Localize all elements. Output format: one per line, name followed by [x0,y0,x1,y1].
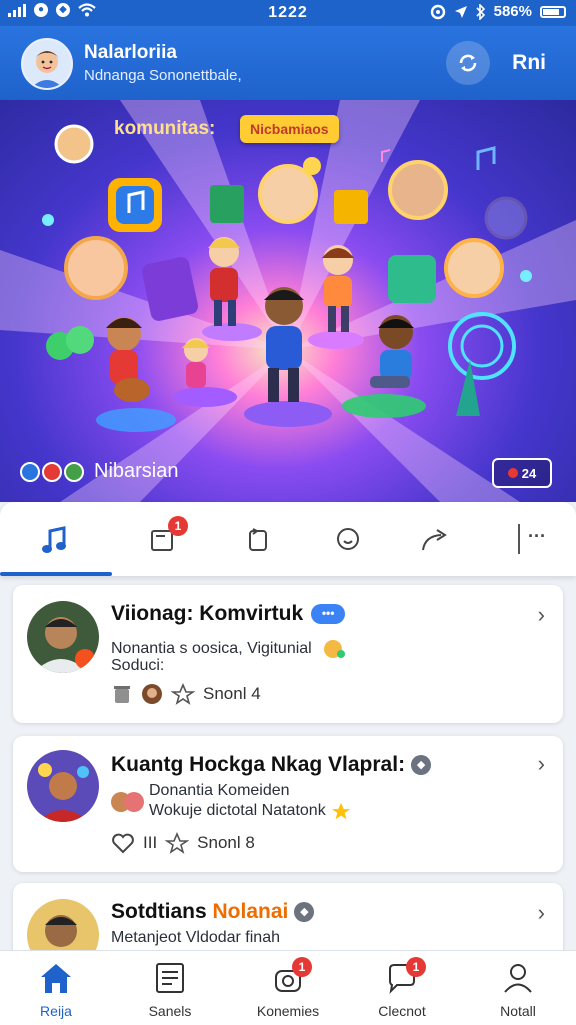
hero-caption: Nibarsian [94,460,179,482]
chat-bubble-icon [337,528,359,550]
bluetooth-icon [476,3,485,20]
refresh-icon [459,54,477,72]
tab-refresh[interactable] [238,520,278,560]
refresh-card-icon [249,528,267,551]
hero-banner[interactable]: komunitas: Nicbamiaos Nibarsian 24 [0,100,576,502]
star-outline-icon[interactable] [171,683,195,705]
feed-card[interactable]: Kuantg Hockga Nkag Vlapral: ◆ › Donantia … [13,736,563,872]
card-title: Viionag: Komvirtuk ••• [111,602,346,626]
tab-music[interactable] [34,520,74,560]
bottom-nav: Reija Sanels 1 Konemies 1 Clecnot Notall [0,950,576,1025]
profile-avatar[interactable] [21,38,73,90]
nav-item-notall[interactable]: Notall [468,959,568,1019]
group-photo-icon [27,750,99,822]
tab-chat[interactable] [328,520,368,560]
sync-status-icon [430,4,445,19]
trash-icon[interactable] [111,683,133,705]
hero-keyword: komunitas: [114,118,216,139]
location-icon [454,5,467,18]
card-avatar [27,750,99,822]
header-title: Nalarloriia [84,42,177,63]
battery-percent: 586% [493,3,532,20]
music-note-icon [42,526,66,553]
card-line: Soduci: [111,657,165,674]
tab-divider [518,524,520,554]
chat-icon: 1 [382,957,426,997]
chevron-right-icon[interactable]: › [538,602,545,628]
card-line: Donantia Komeiden [149,782,290,799]
nav-item-konemies[interactable]: 1 Konemies [238,957,338,1019]
nav-badge: 1 [406,957,426,977]
star-outline-icon[interactable] [165,832,190,854]
hero-chip[interactable]: Nicbamiaos [240,115,339,143]
share-icon [422,529,447,551]
more-pill[interactable]: ••• [311,604,346,625]
nav-item-home[interactable]: Reija [6,959,106,1019]
card-line: Metanjeot Vldodar finah [111,929,280,946]
sync-button[interactable] [446,41,490,85]
star-icon [331,802,351,820]
header-action-button[interactable]: Rni [512,51,546,75]
card-meta: Snonl 4 [111,683,261,705]
heart-icon[interactable] [111,832,135,854]
header-subtitle: Ndnanga Sononettbale, [84,67,242,84]
friends-thumb-icon [111,792,144,812]
nav-item-clecnot[interactable]: 1 Clecnot [352,957,452,1019]
nav-item-sanels[interactable]: Sanels [120,959,220,1019]
status-bar: ● ◆ 1222 586% [0,0,576,26]
home-icon [36,959,76,997]
active-tab-indicator [0,572,112,576]
list-doc-icon [150,959,190,997]
chevron-right-icon[interactable]: › [538,751,545,777]
hero-caption-row: Nibarsian [20,460,178,483]
boy-avatar-icon [23,40,71,88]
hero-illustration [0,100,576,502]
app-header: Nalarloriia Ndnanga Sononettbale, Rni [0,26,576,100]
feed-card[interactable]: Viionag: Komvirtuk ••• › Nonantia s oosic… [13,585,563,723]
battery-icon [540,5,566,18]
card-title: Kuantg Hockga Nkag Vlapral: ◆ [111,753,432,777]
tab-notifications[interactable]: 1 [142,516,188,560]
card-line: Wokuje dictotal Natatonk [149,800,352,822]
card-meta: III Snonl 8 [111,832,255,854]
content-tabbar: 1 ··· [0,502,576,576]
card-avatar [27,601,99,673]
chevron-right-icon[interactable]: › [538,900,545,926]
verified-badge-icon: ◆ [411,755,432,776]
card-title: Sotdtians Nolanai ◆ [111,900,315,924]
tab-badge: 1 [168,516,188,536]
man-photo-icon [27,601,99,673]
more-options-icon[interactable]: ··· [528,526,546,547]
verified-badge-icon: ◆ [294,902,315,923]
live-dot-icon [507,468,518,478]
profile-icon [498,959,538,997]
hero-reaction-icons [20,461,84,482]
tab-share[interactable] [414,520,454,560]
hero-count-badge[interactable]: 24 [492,458,552,488]
nav-badge: 1 [292,957,312,977]
friend-avatar-icon [142,684,162,704]
emoji-icon [324,640,346,658]
status-right: 586% [430,3,566,20]
community-icon: 1 [268,957,312,997]
